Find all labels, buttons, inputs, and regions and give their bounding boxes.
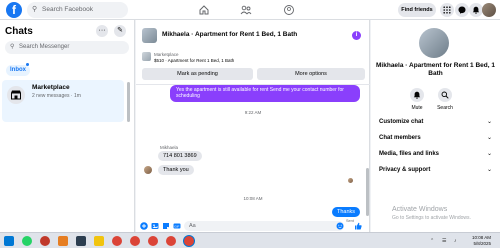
plus-icon[interactable] [140, 222, 148, 230]
home-icon[interactable] [198, 4, 210, 16]
menu-grid-button[interactable] [440, 3, 454, 17]
mark-as-pending-button[interactable]: Mark as pending [142, 68, 253, 80]
bell-icon [472, 6, 480, 14]
conversation-title[interactable]: Mikhaela · Apartment for Rent 1 Bed, 1 B… [162, 31, 297, 38]
app-icon[interactable] [58, 236, 68, 246]
section-chat-members[interactable]: Chat members [379, 135, 421, 141]
message-bubble-received: Thank you [158, 165, 194, 175]
network-icon[interactable]: ☰ [442, 238, 446, 244]
conversation-item-marketplace[interactable]: Marketplace 2 new messages · 1m [2, 80, 124, 122]
clock-date: 5/8/2025 [473, 241, 492, 246]
start-button-icon[interactable] [4, 236, 14, 246]
mute-label: Mute [411, 105, 423, 111]
search-label: Search [437, 105, 453, 111]
chrome-icon[interactable] [166, 236, 176, 246]
section-privacy-support[interactable]: Privacy & support [379, 167, 430, 173]
messenger-search-placeholder: Search Messenger [19, 44, 70, 50]
sender-avatar [144, 166, 152, 174]
mute-button[interactable] [410, 88, 424, 102]
more-options-button[interactable]: More options [257, 68, 365, 80]
activate-windows-subtext: Go to Settings to activate Windows. [392, 215, 471, 221]
listing-source-label: Marketplace [154, 52, 179, 57]
sender-name: Mikhaela [160, 145, 179, 150]
search-icon: ⚲ [10, 44, 15, 50]
unread-dot [26, 63, 29, 66]
chevron-down-icon[interactable]: ⌄ [487, 150, 492, 157]
messenger-button[interactable] [455, 3, 469, 17]
message-bubble-sent: Thanks [332, 207, 361, 217]
info-icon[interactable]: i [352, 31, 361, 40]
listing-thumbnail[interactable] [142, 52, 151, 61]
marketplace-store-icon [7, 86, 25, 104]
chats-more-button[interactable]: ··· [96, 25, 108, 37]
section-customize-chat[interactable]: Customize chat [379, 119, 423, 125]
conversation-title: Marketplace [32, 84, 70, 91]
conversation-header: Mikhaela · Apartment for Rent 1 Bed, 1 B… [136, 20, 370, 64]
bell-icon [413, 91, 421, 99]
sidebar-scrollbar[interactable] [127, 82, 130, 122]
chrome-icon[interactable] [148, 236, 158, 246]
friends-icon[interactable] [240, 4, 252, 16]
conversation-details-panel: Mikhaela · Apartment for Rent 1 Bed, 1 B… [371, 20, 500, 232]
message-input[interactable]: Aa [184, 221, 344, 231]
conversation-scrollbar[interactable] [366, 168, 369, 216]
activate-windows-watermark: Activate Windows [392, 206, 448, 213]
conversation-subtitle: 2 new messages · 1m [32, 93, 81, 99]
message-bubble-sent: Yes the apartment is still available for… [170, 85, 360, 102]
listing-photo[interactable] [419, 28, 449, 58]
volume-icon[interactable]: ♪ [454, 238, 457, 244]
facebook-search-input[interactable]: ⚲ Search Facebook [27, 2, 128, 18]
search-in-conversation-button[interactable] [438, 88, 452, 102]
chevron-down-icon[interactable]: ⌄ [487, 166, 492, 173]
search-icon [441, 91, 449, 99]
sticker-icon[interactable] [162, 222, 170, 230]
conversation-panel: Mikhaela · Apartment for Rent 1 Bed, 1 B… [136, 20, 370, 232]
taskbar-clock[interactable]: 10:08 AM 5/8/2025 [472, 235, 491, 247]
message-composer: GIF Aa [136, 220, 370, 232]
section-media-files-links[interactable]: Media, files and links [379, 151, 439, 157]
notifications-button[interactable] [469, 3, 483, 17]
tab-inbox[interactable]: Inbox [6, 65, 30, 76]
new-message-button[interactable]: ✎ [114, 25, 126, 37]
messenger-icon [458, 6, 466, 14]
find-friends-button[interactable]: Find friends [398, 3, 436, 17]
photo-icon[interactable] [151, 222, 159, 230]
gif-icon[interactable]: GIF [173, 222, 181, 230]
thumbs-up-icon[interactable] [354, 222, 362, 230]
groups-icon[interactable] [283, 4, 295, 16]
chrome-icon[interactable] [130, 236, 140, 246]
details-title: Mikhaela · Apartment for Rent 1 Bed, 1 B… [376, 62, 495, 77]
menu-grid-icon [443, 6, 451, 14]
windows-taskbar: ⌃ ☰ ♪ 10:08 AM 5/8/2025 [0, 232, 500, 248]
chrome-icon[interactable] [112, 236, 122, 246]
search-icon: ⚲ [32, 6, 38, 13]
message-timestamp: 10:08 AM [243, 196, 263, 201]
app-icon[interactable] [40, 236, 50, 246]
read-receipt-avatar [348, 178, 353, 183]
listing-price[interactable]: $510 · Apartment for Rent 1 Bed, 1 Bath [154, 58, 234, 63]
listing-avatar[interactable] [142, 28, 157, 43]
chevron-down-icon[interactable]: ⌄ [487, 134, 492, 141]
chats-sidebar: Chats ··· ✎ ⚲ Search Messenger Inbox Mar… [0, 20, 135, 232]
file-explorer-icon[interactable] [94, 236, 104, 246]
whatsapp-icon[interactable] [22, 236, 32, 246]
chrome-icon-active[interactable] [184, 236, 194, 246]
system-tray-arrow-icon[interactable]: ⌃ [430, 238, 434, 244]
messenger-search-input[interactable]: ⚲ Search Messenger [5, 41, 129, 54]
emoji-icon[interactable] [336, 222, 344, 230]
profile-avatar[interactable] [482, 3, 496, 17]
facebook-logo[interactable]: f [6, 2, 22, 18]
chats-heading: Chats [5, 26, 33, 37]
search-placeholder: Search Facebook [42, 6, 93, 13]
message-bubble-received: 714 801 3869 [158, 151, 202, 161]
top-navigation-bar: f ⚲ Search Facebook Find friends [0, 0, 500, 20]
message-timestamp: 9:22 AM [244, 110, 262, 115]
chevron-down-icon[interactable]: ⌄ [487, 118, 492, 125]
svg-text:GIF: GIF [174, 224, 179, 228]
app-icon[interactable] [76, 236, 86, 246]
